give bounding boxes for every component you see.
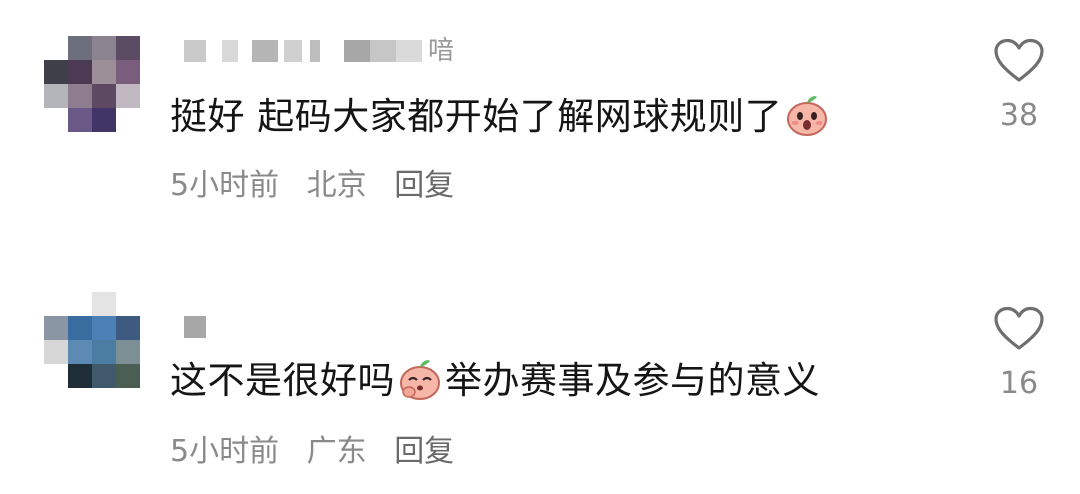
comment-location: 北京 xyxy=(306,168,367,203)
comment-item: 喑 挺好 起码大家都开始了解网球规则了 5小时前 北京 回复 38 xyxy=(0,0,1080,247)
avatar[interactable] xyxy=(44,292,140,388)
peach-face-emoji-icon xyxy=(784,92,830,138)
comment-text-part: 这不是很好吗 xyxy=(170,359,395,402)
avatar[interactable] xyxy=(44,36,140,132)
reply-button[interactable]: 回复 xyxy=(394,168,454,203)
peach-face-emoji-icon xyxy=(397,356,443,402)
username-blurred[interactable]: 喑 xyxy=(184,36,474,66)
comment-location: 广东 xyxy=(306,434,367,469)
like-count: 38 xyxy=(999,98,1039,133)
comment-item: 这不是很好吗 举办赛事及参与的意义 5小时前 广东 回复 16 xyxy=(0,270,1080,494)
comment-text: 挺好 起码大家都开始了解网球规则了 xyxy=(170,94,832,142)
comment-time: 5小时前 xyxy=(170,168,280,203)
username-blurred[interactable] xyxy=(184,312,214,342)
comment-text: 这不是很好吗 举办赛事及参与的意义 xyxy=(170,358,820,406)
heart-icon[interactable] xyxy=(993,306,1045,352)
comment-meta: 5小时前 北京 回复 xyxy=(170,160,472,204)
like-count: 16 xyxy=(999,366,1039,401)
like-button[interactable]: 16 xyxy=(988,306,1050,401)
username-visible-char: 喑 xyxy=(428,36,455,66)
like-button[interactable]: 38 xyxy=(988,38,1050,133)
reply-button[interactable]: 回复 xyxy=(394,434,454,469)
comment-text-part: 挺好 起码大家都开始了解网球规则了 xyxy=(170,95,783,138)
comment-text-part: 举办赛事及参与的意义 xyxy=(445,359,820,402)
heart-icon[interactable] xyxy=(993,38,1045,84)
comment-meta: 5小时前 广东 回复 xyxy=(170,426,472,470)
comment-time: 5小时前 xyxy=(170,434,280,469)
